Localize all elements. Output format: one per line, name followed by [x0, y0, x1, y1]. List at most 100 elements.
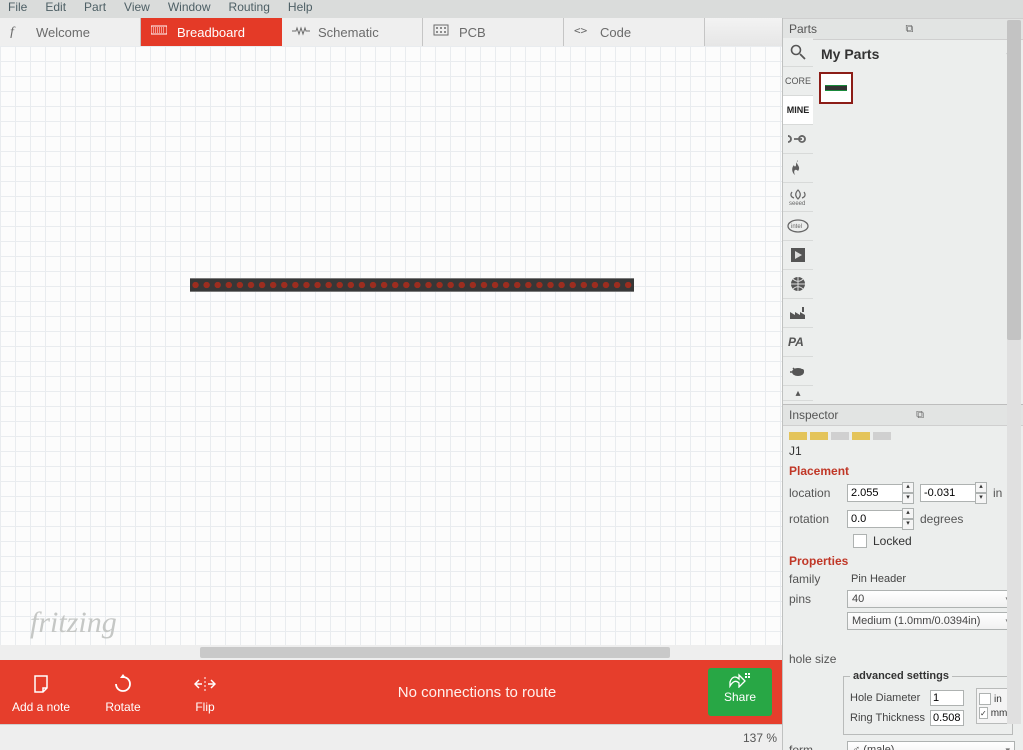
advanced-settings-header: advanced settings — [850, 670, 952, 682]
menu-part[interactable]: Part — [84, 0, 106, 14]
tab-pcb[interactable]: PCB — [423, 18, 564, 46]
bin-arduino[interactable] — [783, 125, 813, 154]
hole-diameter-label: Hole Diameter — [850, 692, 930, 704]
button-label: Rotate — [105, 700, 140, 714]
inspector-undock-icon[interactable]: ⧉ — [916, 409, 924, 422]
pin-thickness-row: Medium (1.0mm/0.0394in) — [789, 612, 1015, 630]
family-label: family — [789, 572, 847, 586]
holesize-label: hole size — [789, 634, 847, 666]
menu-help[interactable]: Help — [288, 0, 313, 14]
locked-checkbox[interactable] — [853, 534, 867, 548]
locked-row: Locked — [853, 534, 1015, 548]
unit-in-checkbox[interactable] — [979, 693, 991, 705]
right-column: Parts ⧉ ✕ CORE MINE seeed intel — [783, 18, 1023, 750]
breadboard-icon — [151, 24, 167, 40]
bin-play[interactable] — [783, 241, 813, 270]
window-vscroll-thumb[interactable] — [1007, 20, 1021, 340]
pin-header-thumb-icon — [825, 85, 847, 91]
location-row: location ▴▾ ▴▾ in — [789, 482, 1015, 504]
play-icon — [790, 247, 806, 263]
rotation-unit: degrees — [920, 512, 963, 526]
button-label: Add a note — [12, 700, 70, 714]
tab-breadboard[interactable]: Breadboard — [141, 18, 282, 46]
ring-thickness-input[interactable] — [930, 710, 964, 726]
flip-button[interactable]: Flip — [164, 670, 246, 714]
swatch-breadboard[interactable] — [789, 432, 807, 440]
bin-mine[interactable]: MINE — [783, 96, 813, 125]
share-button[interactable]: Share — [708, 668, 772, 716]
panel-title: Inspector — [789, 408, 838, 422]
parts-panel-undock-icon[interactable]: ⧉ — [905, 23, 913, 36]
bin-scroll-up[interactable]: ▴ — [783, 386, 813, 401]
window-vscrollbar[interactable] — [1007, 20, 1021, 724]
tab-label: Code — [600, 25, 631, 40]
rotate-button[interactable]: Rotate — [82, 670, 164, 714]
menu-view[interactable]: View — [124, 0, 150, 14]
menu-file[interactable]: File — [8, 0, 27, 14]
tab-label: PCB — [459, 25, 486, 40]
bin-seeed[interactable]: seeed — [783, 183, 813, 212]
arduino-icon — [788, 133, 808, 145]
swatch-icon[interactable] — [852, 432, 870, 440]
pins-row: pins 40 — [789, 590, 1015, 608]
parts-bin-strip: CORE MINE seeed intel PA — [783, 38, 813, 408]
holesize-row: hole size — [789, 634, 1015, 666]
swatch-schematic[interactable] — [810, 432, 828, 440]
bin-obsolete[interactable] — [783, 357, 813, 386]
location-y-stepper[interactable]: ▴▾ — [975, 482, 987, 504]
bin-search[interactable] — [783, 38, 813, 67]
button-label: Flip — [195, 700, 214, 714]
location-unit: in — [993, 486, 1002, 500]
bin-fab[interactable] — [783, 299, 813, 328]
ring-thickness-label: Ring Thickness — [850, 712, 930, 724]
bin-core[interactable]: CORE — [783, 67, 813, 96]
svg-text:f: f — [10, 25, 16, 38]
properties-section-header: Properties — [789, 554, 1015, 568]
svg-text:intel: intel — [791, 224, 802, 230]
rotation-stepper[interactable]: ▴▾ — [902, 508, 914, 530]
swatch-empty[interactable] — [873, 432, 891, 440]
svg-text:<>: <> — [574, 24, 588, 36]
parts-bin-title: My Parts — [821, 46, 879, 62]
rotate-icon — [82, 674, 164, 696]
add-note-button[interactable]: Add a note — [0, 670, 82, 714]
tab-schematic[interactable]: Schematic — [282, 18, 423, 46]
menu-routing[interactable]: Routing — [229, 0, 270, 14]
menu-window[interactable]: Window — [168, 0, 211, 14]
pins-dropdown[interactable]: 40 — [847, 590, 1015, 608]
share-icon — [708, 672, 772, 690]
tab-label: Breadboard — [177, 25, 245, 40]
rotation-input[interactable] — [847, 510, 903, 528]
unit-toggle-box: in ✓mm — [976, 688, 1008, 724]
schematic-icon — [292, 24, 308, 40]
unit-mm-checkbox[interactable]: ✓ — [979, 707, 988, 719]
tab-welcome[interactable]: f Welcome — [0, 18, 141, 46]
pa-icon: PA — [788, 335, 808, 349]
pcb-icon — [433, 24, 449, 40]
bin-pa[interactable]: PA — [783, 328, 813, 357]
form-dropdown[interactable]: ♂ (male) — [847, 741, 1015, 750]
locked-label: Locked — [873, 534, 912, 548]
button-label: Share — [724, 690, 756, 704]
menu-edit[interactable]: Edit — [45, 0, 66, 14]
bin-sparkfun[interactable] — [783, 154, 813, 183]
tab-label: Schematic — [318, 25, 379, 40]
bin-intel[interactable]: intel — [783, 212, 813, 241]
location-y-input[interactable] — [920, 484, 976, 502]
bin-contrib[interactable] — [783, 270, 813, 299]
pin-thickness-dropdown[interactable]: Medium (1.0mm/0.0394in) — [847, 612, 1015, 630]
hole-diameter-input[interactable] — [930, 690, 964, 706]
breadboard-canvas[interactable]: fritzing — [0, 46, 782, 660]
location-x-stepper[interactable]: ▴▾ — [902, 482, 914, 504]
pin-header-part[interactable] — [190, 278, 634, 292]
seeed-icon: seeed — [787, 188, 809, 206]
canvas-hscrollbar[interactable] — [0, 645, 782, 660]
location-x-input[interactable] — [847, 484, 903, 502]
canvas-hscroll-thumb[interactable] — [200, 647, 670, 658]
part-thumb-pin-header[interactable] — [819, 72, 853, 104]
bottom-toolbar: Add a note Rotate Flip No connections to… — [0, 660, 782, 724]
location-label: location — [789, 486, 847, 500]
unit-mm-label: mm — [991, 708, 1008, 719]
swatch-pcb[interactable] — [831, 432, 849, 440]
tab-code[interactable]: <> Code — [564, 18, 705, 46]
